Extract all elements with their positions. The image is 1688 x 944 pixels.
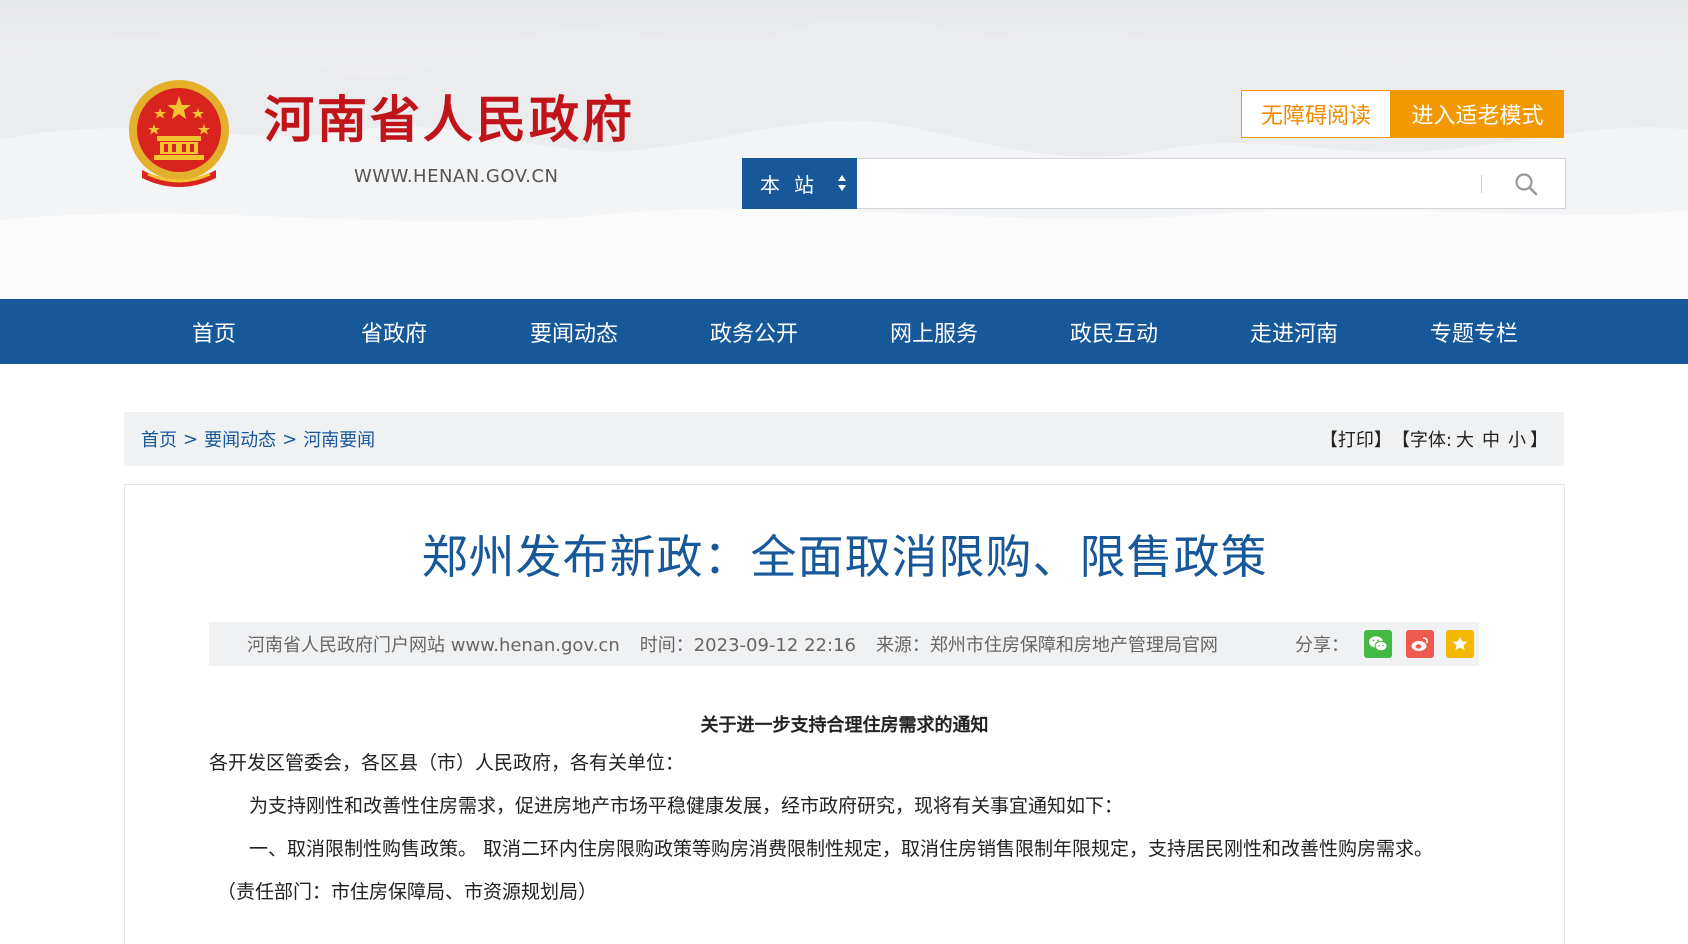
breadcrumb-henan-news[interactable]: 河南要闻 bbox=[303, 426, 375, 452]
nav-item-government-affairs[interactable]: 政务公开 bbox=[664, 299, 844, 364]
nav-item-interaction[interactable]: 政民互动 bbox=[1024, 299, 1204, 364]
search-scope-select[interactable]: 本站 bbox=[742, 158, 857, 209]
site-url: WWW.HENAN.GOV.CN bbox=[354, 166, 559, 187]
document-title: 关于进一步支持合理住房需求的通知 bbox=[700, 715, 989, 736]
nav-item-provincial-government[interactable]: 省政府 bbox=[304, 299, 484, 364]
weibo-icon bbox=[1411, 637, 1428, 651]
share-wechat-button[interactable] bbox=[1364, 630, 1392, 658]
breadcrumb-separator: > bbox=[282, 428, 298, 450]
article-meta: 河南省人民政府门户网站 www.henan.gov.cn 时间：2023-09-… bbox=[209, 622, 1479, 666]
nav-item-online-services[interactable]: 网上服务 bbox=[844, 299, 1024, 364]
elder-mode-button[interactable]: 进入适老模式 bbox=[1391, 90, 1564, 138]
sort-arrows-icon bbox=[838, 175, 846, 191]
article-paragraph: 为支持刚性和改善性住房需求，促进房地产市场平稳健康发展，经市政府研究，现将有关事… bbox=[249, 795, 1124, 817]
article-paragraph: （责任部门：市住房保障局、市资源规划局） bbox=[217, 881, 598, 903]
breadcrumb-separator: > bbox=[183, 428, 199, 450]
mountain-background bbox=[0, 18, 1688, 300]
font-size-small-button[interactable]: 小 bbox=[1508, 426, 1526, 452]
article-source-site: 河南省人民政府门户网站 www.henan.gov.cn bbox=[247, 635, 620, 656]
share-weibo-button[interactable] bbox=[1406, 630, 1434, 658]
article-origin: 来源：郑州市住房保障和房地产管理局官网 bbox=[875, 635, 1218, 656]
article-paragraph: 一、取消限制性购售政策。 取消二环内住房限购政策等购房消费限制性规定，取消住房销… bbox=[249, 838, 1434, 860]
search-scope-label: 本站 bbox=[760, 173, 828, 197]
site-title[interactable]: 河南省人民政府 bbox=[264, 93, 635, 148]
breadcrumb-news[interactable]: 要闻动态 bbox=[204, 426, 276, 452]
article: 郑州发布新政：全面取消限购、限售政策 河南省人民政府门户网站 www.henan… bbox=[124, 484, 1565, 944]
print-button[interactable]: 【打印】 bbox=[1320, 426, 1392, 452]
national-emblem-icon bbox=[129, 80, 229, 187]
nav-item-about-henan[interactable]: 走进河南 bbox=[1204, 299, 1384, 364]
font-size-large-button[interactable]: 大 bbox=[1456, 426, 1474, 452]
nav-item-home[interactable]: 首页 bbox=[124, 299, 304, 364]
search-divider bbox=[1481, 175, 1482, 193]
font-size-close: 】 bbox=[1530, 430, 1548, 451]
share-label: 分享： bbox=[1295, 635, 1349, 656]
breadcrumb: 首页 > 要闻动态 > 河南要闻 bbox=[141, 412, 375, 466]
article-paragraph: 各开发区管委会，各区县（市）人民政府，各有关单位： bbox=[209, 752, 685, 774]
page-tools: 【打印】 【字体: 大 中 小 】 bbox=[1320, 412, 1548, 466]
share-favorite-button[interactable] bbox=[1446, 630, 1474, 658]
breadcrumb-home[interactable]: 首页 bbox=[141, 426, 177, 452]
nav-item-special-topics[interactable]: 专题专栏 bbox=[1384, 299, 1564, 364]
search-input[interactable] bbox=[863, 165, 1473, 203]
accessibility-reading-button[interactable]: 无障碍阅读 bbox=[1241, 90, 1391, 138]
search-bar: 本站 bbox=[742, 158, 1566, 209]
search-icon[interactable] bbox=[1513, 171, 1539, 197]
main-nav: 首页 省政府 要闻动态 政务公开 网上服务 政民互动 走进河南 专题专栏 bbox=[0, 299, 1688, 364]
breadcrumb-bar: 首页 > 要闻动态 > 河南要闻 【打印】 【字体: 大 中 小 】 bbox=[124, 412, 1564, 466]
site-header: 河南省人民政府 WWW.HENAN.GOV.CN 无障碍阅读 进入适老模式 本站 bbox=[0, 0, 1688, 300]
favorite-star-icon bbox=[1452, 636, 1468, 651]
article-title: 郑州发布新政：全面取消限购、限售政策 bbox=[421, 530, 1268, 584]
wechat-icon bbox=[1369, 636, 1388, 652]
font-size-label: 【字体: bbox=[1391, 430, 1452, 451]
article-time: 时间：2023-09-12 22:16 bbox=[639, 635, 856, 656]
nav-item-news[interactable]: 要闻动态 bbox=[484, 299, 664, 364]
font-size-medium-button[interactable]: 中 bbox=[1482, 426, 1500, 452]
article-meta-text: 河南省人民政府门户网站 www.henan.gov.cn 时间：2023-09-… bbox=[247, 622, 1238, 666]
